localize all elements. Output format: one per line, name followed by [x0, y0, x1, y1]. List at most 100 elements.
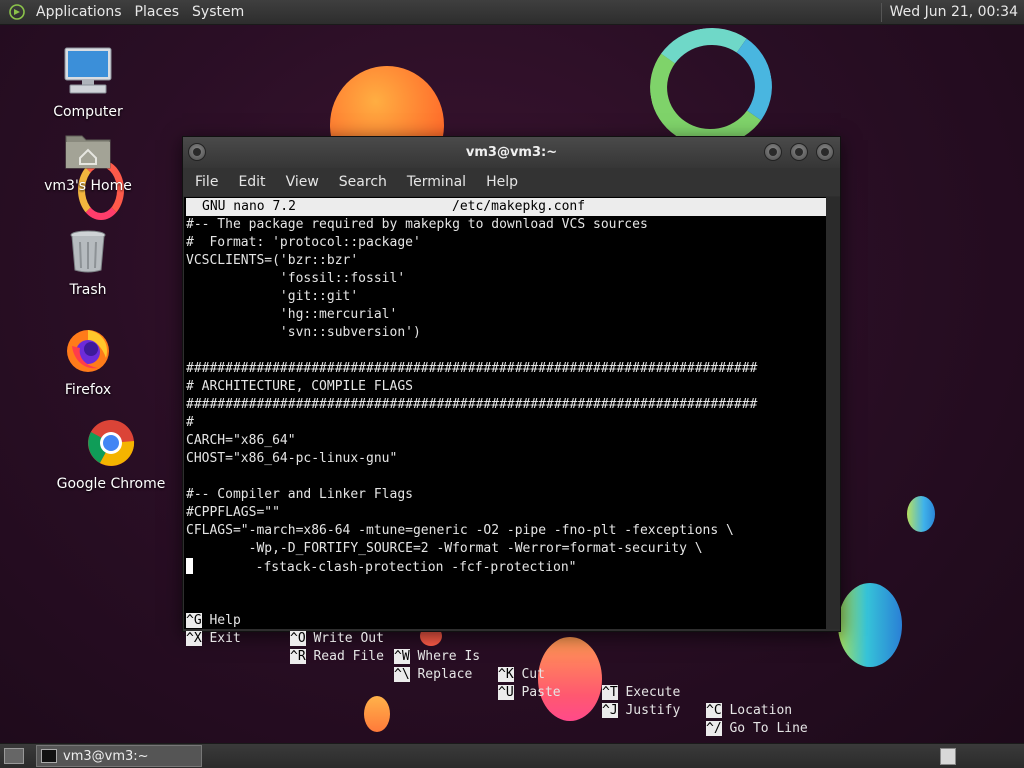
shortcut-go-to-line[interactable]: ^/ Go To Line [706, 720, 808, 738]
window-title: vm3@vm3:~ [465, 145, 558, 160]
desktop-icon-label: Trash [69, 282, 107, 298]
file-line: # Format: 'protocol::package' [186, 235, 421, 250]
file-line-cursor: -fstack-clash-protection -fcf-protection… [186, 558, 577, 576]
shortcut-key: ^U [498, 685, 514, 700]
shortcut-label: Write Out [313, 631, 384, 646]
file-line: -fstack-clash-protection -fcf-protection… [193, 560, 577, 575]
shortcut-location[interactable]: ^C Location [706, 702, 792, 720]
taskbar-item-label: vm3@vm3:~ [63, 748, 149, 764]
shortcut-label: Read File [313, 649, 384, 664]
shortcut-replace[interactable]: ^\ Replace [394, 666, 472, 684]
desktop-icon-label: Firefox [64, 382, 112, 398]
desktop-icon-label: Computer [53, 104, 123, 120]
panel-separator [880, 2, 882, 22]
window-titlebar[interactable]: vm3@vm3:~ [183, 137, 840, 168]
wallpaper-orb-orange-small [364, 696, 390, 732]
menu-system[interactable]: System [188, 0, 253, 25]
shortcut-key: ^W [394, 649, 410, 664]
shortcut-row-1: ^G Help ^O Write Out ^W Where Is ^K Cut … [186, 594, 792, 718]
shortcut-key: ^R [290, 649, 306, 664]
shortcut-where-is[interactable]: ^W Where Is [394, 648, 480, 666]
shortcut-label: Paste [521, 685, 561, 700]
file-line: CHOST="x86_64-pc-linux-gnu" [186, 451, 398, 466]
shortcut-label: Justify [625, 703, 681, 718]
menu-terminal[interactable]: Terminal [397, 168, 476, 196]
taskbar-item-terminal[interactable]: vm3@vm3:~ [36, 745, 202, 767]
shortcut-label: Cut [521, 667, 545, 682]
file-line: #-- Compiler and Linker Flags [186, 487, 413, 502]
desktop-icon-label: vm3's Home [44, 178, 132, 194]
desktop-icon-computer[interactable]: Computer [33, 46, 143, 120]
shortcut-paste[interactable]: ^U Paste [498, 684, 561, 702]
desktop-icon-firefox[interactable]: Firefox [33, 326, 143, 398]
shortcut-label: Replace [417, 667, 473, 682]
file-line: # ARCHITECTURE, COMPILE FLAGS [186, 379, 413, 394]
terminal-icon [41, 749, 57, 763]
file-line: #CPPFLAGS="" [186, 505, 280, 520]
computer-icon [33, 46, 143, 100]
file-line: #-- The package required by makepkg to d… [186, 217, 648, 232]
show-desktop-icon[interactable] [4, 748, 24, 764]
file-line: CFLAGS="-march=x86-64 -mtune=generic -O2… [186, 523, 734, 538]
file-line: 'git::git' [186, 289, 359, 304]
desktop-icon-home[interactable]: vm3's Home [33, 128, 143, 194]
desktop-icon-chrome[interactable]: Google Chrome [55, 418, 167, 492]
shortcut-label: Location [729, 703, 793, 718]
shortcut-key: ^T [602, 685, 618, 700]
shortcut-key: ^/ [706, 721, 722, 736]
shortcut-write-out[interactable]: ^O Write Out [290, 630, 384, 648]
file-line: CARCH="x86_64" [186, 433, 296, 448]
shortcut-label: Go To Line [729, 721, 808, 736]
maximize-button[interactable] [790, 143, 808, 161]
text-cursor [186, 558, 193, 574]
nano-filename: /etc/makepkg.conf [452, 199, 586, 214]
wallpaper-orb-pink [538, 637, 602, 721]
nano-version: GNU nano 7.2 [202, 199, 296, 214]
menu-applications[interactable]: Applications [32, 0, 131, 25]
menu-file[interactable]: File [185, 168, 228, 196]
firefox-icon [33, 326, 143, 378]
file-line: -Wp,-D_FORTIFY_SOURCE=2 -Wformat -Werror… [186, 541, 703, 556]
top-panel: Applications Places System Wed Jun 21, 0… [0, 0, 1024, 25]
file-line: 'svn::subversion') [186, 325, 421, 340]
menu-places[interactable]: Places [131, 0, 189, 25]
shortcut-key: ^C [706, 703, 722, 718]
terminal-window[interactable]: vm3@vm3:~ File Edit View Search Terminal… [182, 136, 841, 736]
file-line: # [186, 415, 194, 430]
desktop-icon-trash[interactable]: Trash [33, 228, 143, 298]
menu-edit[interactable]: Edit [228, 168, 275, 196]
shortcut-key: ^X [186, 631, 202, 646]
minimize-button[interactable] [764, 143, 782, 161]
bottom-panel: vm3@vm3:~ [0, 743, 1024, 768]
shortcut-row-2: ^X Exit ^R Read File ^\ Replace ^U Paste… [186, 612, 808, 736]
terminal-scrollbar[interactable] [826, 197, 840, 629]
shortcut-read-file[interactable]: ^R Read File [290, 648, 384, 666]
shortcut-justify[interactable]: ^J Justify [602, 702, 680, 720]
menu-search[interactable]: Search [329, 168, 397, 196]
close-button[interactable] [816, 143, 834, 161]
shortcut-key: ^K [498, 667, 514, 682]
file-line: ########################################… [186, 361, 758, 376]
shortcut-key: ^J [602, 703, 618, 718]
terminal-area[interactable]: GNU nano 7.2/etc/makepkg.conf #-- The pa… [184, 197, 826, 736]
file-line: 'hg::mercurial' [186, 307, 398, 322]
menu-view[interactable]: View [276, 168, 329, 196]
shortcut-key: ^\ [394, 667, 410, 682]
shortcut-label: Where Is [417, 649, 481, 664]
file-line: VCSCLIENTS=('bzr::bzr' [186, 253, 359, 268]
desktop-icon-label: Google Chrome [56, 476, 166, 492]
shortcut-execute[interactable]: ^T Execute [602, 684, 680, 702]
shortcut-label: Execute [625, 685, 681, 700]
file-line: ########################################… [186, 397, 758, 412]
distro-logo-icon[interactable] [8, 3, 26, 21]
shortcut-exit[interactable]: ^X Exit [186, 630, 241, 648]
shortcut-cut[interactable]: ^K Cut [498, 666, 545, 684]
trash-icon [33, 228, 143, 278]
shortcut-label: Exit [209, 631, 241, 646]
chrome-icon [55, 418, 167, 472]
workspace-switcher-icon[interactable] [940, 748, 956, 765]
clock[interactable]: Wed Jun 21, 00:34 [890, 4, 1024, 20]
menu-help[interactable]: Help [476, 168, 528, 196]
file-line: 'fossil::fossil' [186, 271, 406, 286]
wallpaper-orb-blue [838, 583, 902, 667]
